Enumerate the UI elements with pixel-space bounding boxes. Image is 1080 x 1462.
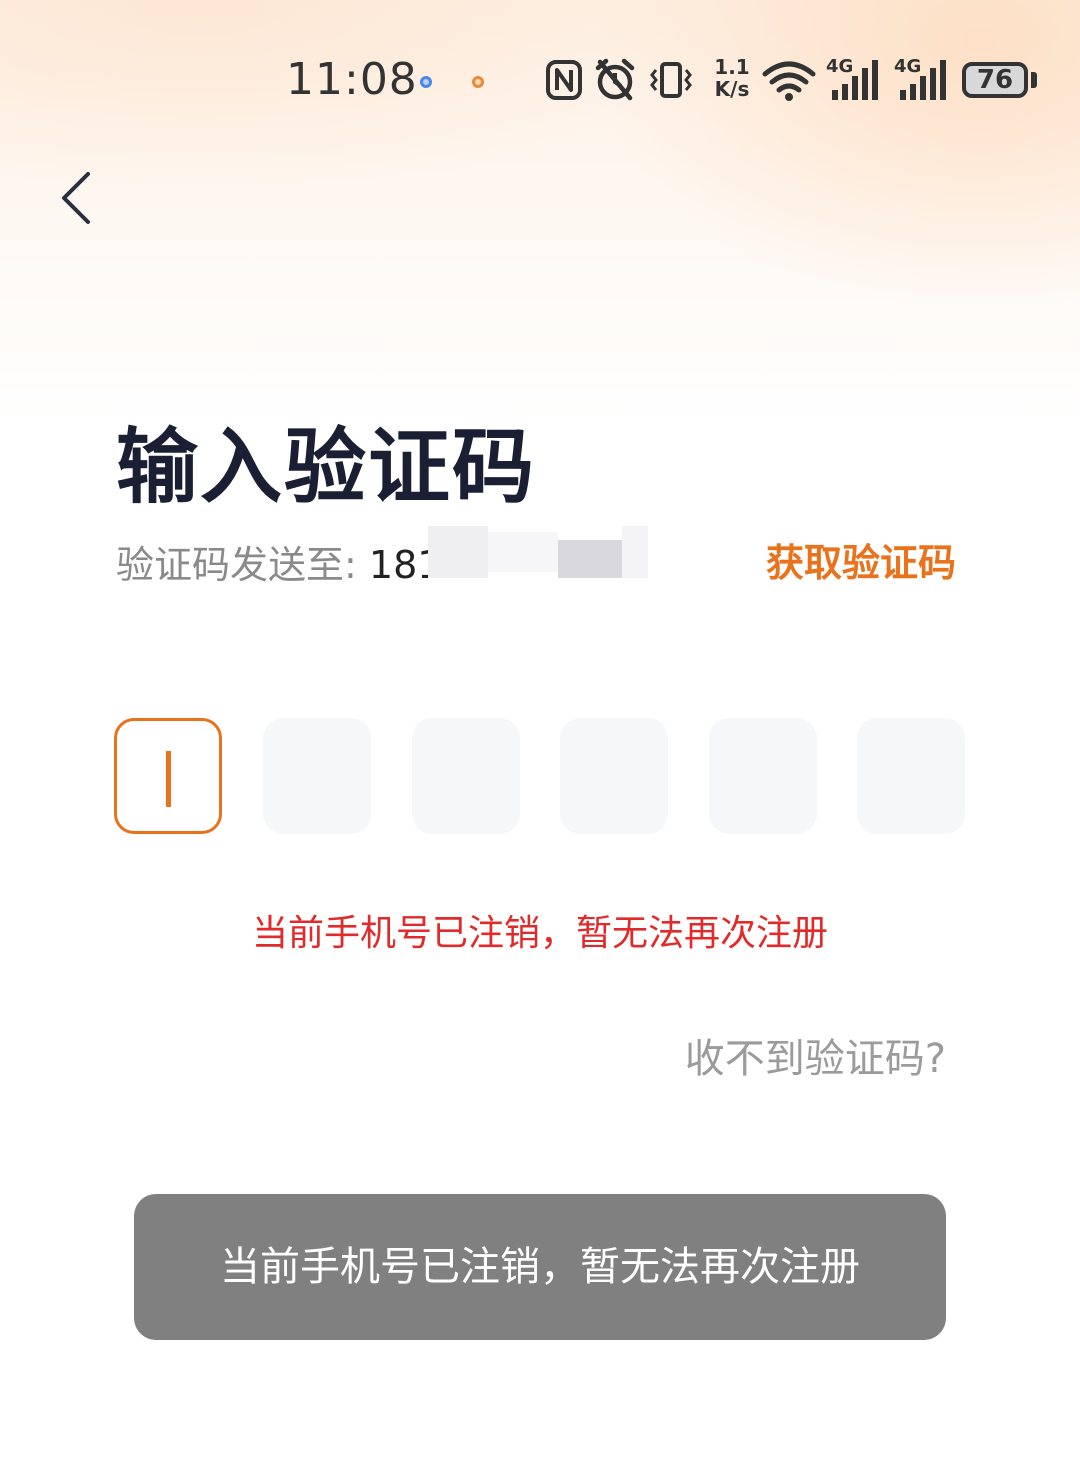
sent-to-text: 验证码发送至: 181 (116, 534, 441, 589)
battery-icon: 76 (962, 62, 1028, 98)
status-bar: 11:08 1.1 K/s 4G 4G 76 (0, 50, 1080, 114)
code-digit-box[interactable] (560, 718, 668, 834)
status-time: 11:08 (286, 54, 418, 105)
page-title: 输入验证码 (116, 420, 537, 515)
code-digit-box[interactable] (709, 718, 817, 834)
notification-dot-icon (472, 76, 484, 88)
sent-to-label: 验证码发送至: (116, 543, 369, 587)
code-digit-box[interactable] (114, 718, 222, 834)
signal-icon: 4G (894, 56, 950, 104)
toast-message: 当前手机号已注销，暂无法再次注册 (134, 1194, 946, 1340)
get-code-button[interactable]: 获取验证码 (766, 532, 956, 587)
code-digit-box[interactable] (857, 718, 965, 834)
nfc-icon (546, 60, 582, 100)
chevron-left-icon (62, 172, 90, 224)
signal-icon: 4G (826, 56, 882, 104)
back-button[interactable] (50, 166, 110, 230)
no-code-link[interactable]: 收不到验证码? (685, 1026, 946, 1084)
network-speed: 1.1 K/s (712, 56, 752, 100)
battery-cap (1031, 72, 1037, 88)
code-input-row[interactable] (114, 718, 966, 834)
error-message: 当前手机号已注销，暂无法再次注册 (251, 913, 828, 954)
vibrate-icon (650, 62, 692, 98)
alarm-icon (595, 58, 635, 101)
text-cursor (166, 751, 171, 807)
network-speed-unit: K/s (714, 77, 750, 101)
notification-dot-icon (420, 76, 432, 88)
phone-number-mask (428, 526, 648, 578)
network-speed-value: 1.1 (714, 55, 750, 79)
code-digit-box[interactable] (263, 718, 371, 834)
wifi-icon (762, 61, 816, 101)
code-digit-box[interactable] (412, 718, 520, 834)
